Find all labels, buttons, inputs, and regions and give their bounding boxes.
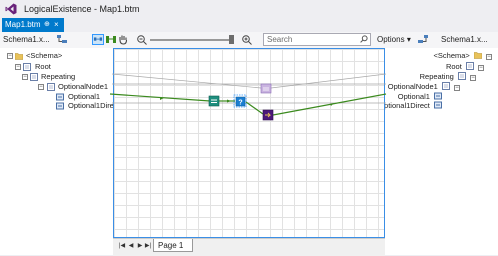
tree-label: OptionalNode1 [58,82,109,91]
source-node-repeating[interactable]: − Repeating [0,72,113,82]
visual-studio-logo-icon [5,3,17,15]
record-icon [441,82,450,90]
tree-label: Optional1 [397,92,430,101]
folder-icon [473,52,483,59]
page-tab-label: Page 1 [158,241,184,250]
folder-icon [15,53,23,60]
tree-label: Optional1Direct [68,101,120,110]
tree-label: Repeating [41,72,76,81]
target-schema-pane: <Schema> − Root − Repeating − OptionalNo… [378,48,498,255]
window-title: LogicalExistence - Map1.btm [24,4,140,14]
source-schema-pane: − <Schema> − Root − Repeating − Optional… [0,48,120,255]
previous-page-icon[interactable]: ◀ [127,242,135,251]
show-relevant-links-icon[interactable] [92,34,104,45]
search-input[interactable]: Search [263,33,371,46]
target-node-root[interactable]: Root − [446,62,484,72]
field-icon [56,102,64,110]
source-node-optionalnode1[interactable]: − OptionalNode1 [0,82,113,92]
zoom-slider-thumb[interactable] [229,35,234,44]
show-relevant-nodes-icon[interactable] [105,34,117,45]
options-button[interactable]: Options ▾ [377,33,411,46]
close-icon[interactable]: × [54,18,59,32]
collapse-icon[interactable]: − [470,75,476,81]
schema-tree-icon[interactable] [56,34,68,45]
last-page-icon[interactable]: ▶| [144,242,152,251]
collapse-icon[interactable]: − [454,85,460,91]
record-icon [23,63,31,71]
search-icon[interactable] [360,35,368,43]
next-page-icon[interactable]: ▶ [136,242,144,251]
source-node-root[interactable]: − Root [0,62,113,72]
target-schema-label: Schema1.x... [441,35,488,44]
tab-label: Map1.btm [5,20,41,29]
mapper-toolbar: Schema1.x... Search Options ▾ Schema1.x.… [0,32,498,49]
tree-label: Root [445,62,462,71]
collapse-icon[interactable]: − [478,65,484,71]
field-icon [56,93,64,101]
target-node-repeating[interactable]: Repeating − [420,72,476,82]
zoom-in-icon[interactable] [241,34,253,45]
collapse-icon[interactable]: − [22,74,28,80]
first-page-icon[interactable]: |◀ [118,242,126,251]
tree-label: Repeating [419,72,454,81]
source-node-schema[interactable]: − <Schema> [0,51,113,61]
zoom-out-icon[interactable] [136,34,148,45]
collapse-icon[interactable]: − [7,53,13,59]
pin-icon[interactable]: ⊕ [44,18,50,32]
source-schema-label: Schema1.x... [3,35,50,44]
page-tab-bar: |◀ ◀ ▶ ▶| Page 1 [113,238,385,256]
target-node-optionalnode1[interactable]: OptionalNode1 − [388,82,460,92]
options-label: Options [377,35,405,44]
tab-map1[interactable]: Map1.btm ⊕ × [2,18,64,32]
field-icon [434,101,442,109]
pan-hand-icon[interactable] [117,34,129,45]
tab-page-1[interactable]: Page 1 [153,239,193,252]
record-icon [465,62,474,70]
field-icon [434,92,442,100]
chevron-down-icon: ▾ [406,35,411,44]
source-node-optional1direct[interactable]: Optional1Direct [0,101,120,111]
target-node-schema[interactable]: <Schema> − [434,51,492,61]
collapse-icon[interactable]: − [15,64,21,70]
tree-label: <Schema> [26,51,63,60]
tree-label: OptionalNode1 [387,82,438,91]
title-bar: LogicalExistence - Map1.btm [0,0,498,18]
tree-label: Root [35,62,51,71]
target-node-optional1direct[interactable]: Optional1Direct [378,101,442,111]
record-icon [30,73,38,81]
collapse-icon[interactable]: − [486,54,492,60]
zoom-slider-track[interactable] [150,39,232,41]
record-icon [47,83,55,91]
target-schema-tree-icon[interactable] [417,34,429,45]
record-icon [457,72,466,80]
mapper-grid[interactable] [113,48,385,238]
collapse-icon[interactable]: − [38,84,44,90]
search-placeholder: Search [267,35,293,44]
tree-label: Optional1Direct [378,101,430,110]
tree-label: <Schema> [433,51,470,60]
